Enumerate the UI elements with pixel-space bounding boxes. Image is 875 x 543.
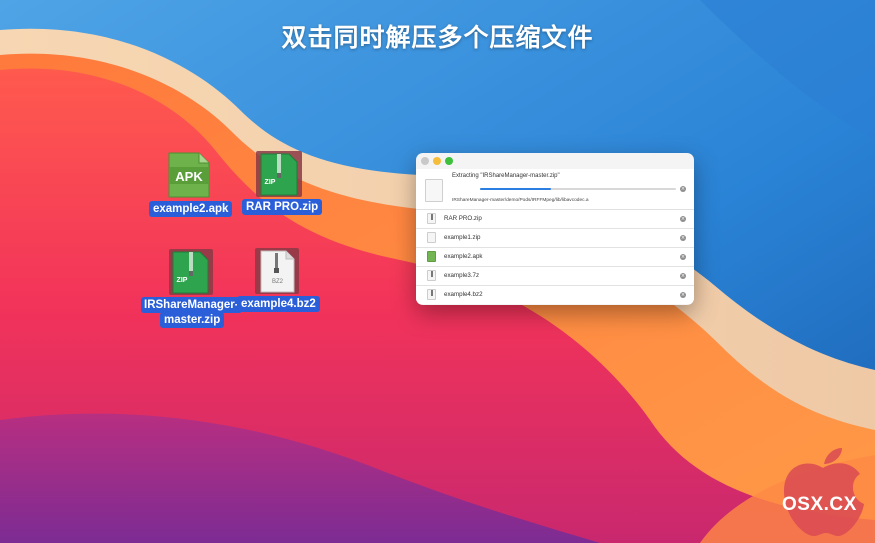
zip-icon (427, 270, 436, 281)
file-label-irsharemanager-zip-line2[interactable]: master.zip (160, 312, 225, 328)
file-label-rar-pro-zip[interactable]: RAR PRO.zip (242, 199, 323, 215)
document-icon (425, 179, 443, 202)
window-titlebar[interactable] (416, 153, 694, 169)
cancel-icon[interactable]: × (680, 254, 686, 260)
extracting-file-path: IRShareManager-master/demo/Pods/IRFFMpeg… (452, 198, 589, 203)
extracting-title: Extracting "IRShareManager-master.zip" (452, 173, 560, 179)
zip-file-icon[interactable]: ZIP (256, 151, 302, 197)
cancel-icon[interactable]: × (680, 273, 686, 279)
queue-item-name: example4.bz2 (444, 291, 483, 298)
file-label-irsharemanager-zip[interactable]: IRShareManager- (141, 297, 242, 313)
extraction-window[interactable]: Extracting "IRShareManager-master.zip" I… (416, 153, 694, 305)
queue-item-name: example2.apk (444, 253, 483, 260)
minimize-window-button[interactable] (433, 157, 441, 165)
queue-item[interactable]: RAR PRO.zip × (416, 210, 694, 229)
queue-item[interactable]: example2.apk × (416, 248, 694, 267)
queue-item-name: example3.7z (444, 272, 480, 279)
apk-file-icon[interactable]: APK (167, 152, 211, 198)
bz2-file-icon[interactable]: BZ2 (255, 248, 299, 294)
close-window-button[interactable] (421, 157, 429, 165)
cancel-icon[interactable]: × (680, 186, 686, 192)
watermark-text: OSX.CX (782, 494, 857, 515)
extraction-progress-fill (480, 188, 551, 190)
zip-icon (427, 213, 436, 224)
doc-icon (427, 232, 436, 243)
queue-item-name: example1.zip (444, 234, 481, 241)
file-label-line1: IRShareManager- (144, 299, 239, 311)
queue-item[interactable]: example3.7z × (416, 267, 694, 286)
apk-icon (427, 251, 436, 262)
apple-logo-icon (784, 448, 864, 536)
promo-headline: 双击同时解压多个压缩文件 (281, 23, 594, 52)
queue-item[interactable]: example4.bz2 × (416, 286, 694, 304)
zip-badge-text: ZIP (264, 179, 276, 186)
file-label-example4-bz2[interactable]: example4.bz2 (237, 296, 320, 312)
file-label-example2-apk[interactable]: example2.apk (149, 201, 233, 217)
apk-badge-text: APK (175, 169, 203, 184)
zoom-window-button[interactable] (445, 157, 453, 165)
cancel-icon[interactable]: × (680, 292, 686, 298)
zip-icon (427, 289, 436, 300)
zip-badge-text: ZIP (176, 277, 188, 284)
queue-item-name: RAR PRO.zip (444, 215, 482, 222)
queue-item[interactable]: example1.zip × (416, 229, 694, 248)
bz2-badge-text: BZ2 (271, 279, 283, 285)
cancel-icon[interactable]: × (680, 216, 686, 222)
zip-file-icon[interactable]: ZIP (169, 249, 213, 295)
cancel-icon[interactable]: × (680, 235, 686, 241)
current-extraction: Extracting "IRShareManager-master.zip" I… (416, 169, 694, 210)
extraction-progress-bar (480, 188, 676, 190)
osx-cx-watermark: OSX.CX (778, 446, 868, 538)
